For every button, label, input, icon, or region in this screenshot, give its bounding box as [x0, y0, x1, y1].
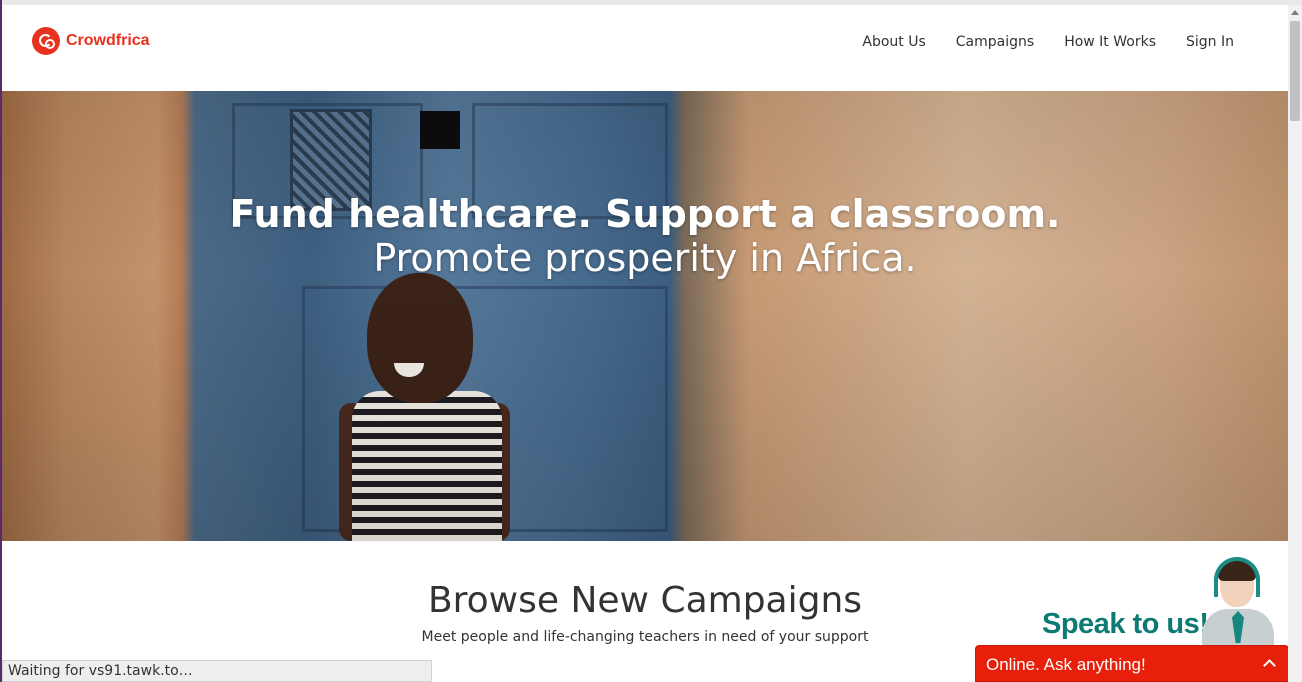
- live-chat-bar[interactable]: Online. Ask anything!: [975, 645, 1289, 682]
- hero-banner: [2, 91, 1288, 541]
- brand-logo[interactable]: Crowdfrica: [32, 27, 150, 55]
- brand-name: Crowdfrica: [66, 32, 150, 49]
- main-nav: About Us Campaigns How It Works Sign In: [862, 34, 1234, 50]
- crowdfrica-logo-icon: [32, 27, 60, 55]
- headset-icon: [1214, 557, 1260, 597]
- nav-about-us[interactable]: About Us: [862, 34, 925, 50]
- page-scrollbar[interactable]: [1288, 5, 1302, 682]
- scroll-up-arrow-icon[interactable]: [1288, 7, 1302, 19]
- hero-shade: [2, 91, 1288, 541]
- top-navbar: Crowdfrica About Us Campaigns How It Wor…: [2, 5, 1288, 91]
- nav-sign-in[interactable]: Sign In: [1186, 34, 1234, 50]
- browser-status-bar: Waiting for vs91.tawk.to…: [2, 660, 432, 682]
- chevron-up-icon[interactable]: [1264, 658, 1274, 668]
- scrollbar-thumb[interactable]: [1290, 21, 1300, 121]
- nav-how-it-works[interactable]: How It Works: [1064, 34, 1156, 50]
- hero-subheadline: Promote prosperity in Africa.: [373, 236, 917, 280]
- nav-campaigns[interactable]: Campaigns: [956, 34, 1034, 50]
- hero-headline: Fund healthcare. Support a classroom.: [229, 192, 1061, 236]
- support-agent-icon[interactable]: [1200, 555, 1278, 645]
- chat-bar-label: Online. Ask anything!: [986, 655, 1146, 674]
- speak-to-us-label[interactable]: Speak to us!: [1042, 608, 1209, 641]
